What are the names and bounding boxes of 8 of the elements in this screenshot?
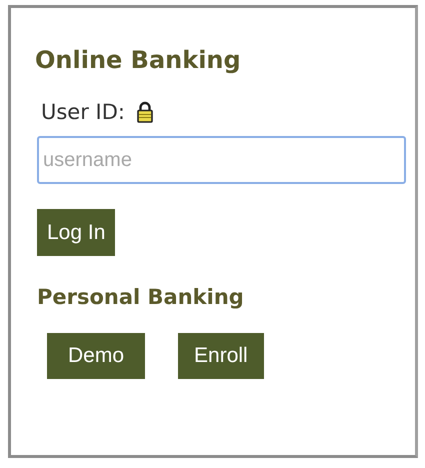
username-field[interactable]: username [37,136,406,184]
panel-title: Online Banking [35,46,242,74]
log-in-button[interactable]: Log In [37,209,116,256]
nav-button[interactable]: Demo [47,333,146,379]
lock-icon [136,101,153,123]
section-heading: Personal Banking [37,285,245,309]
user-id-label: User ID: [41,100,125,124]
nav-button[interactable]: Enroll [178,333,264,379]
